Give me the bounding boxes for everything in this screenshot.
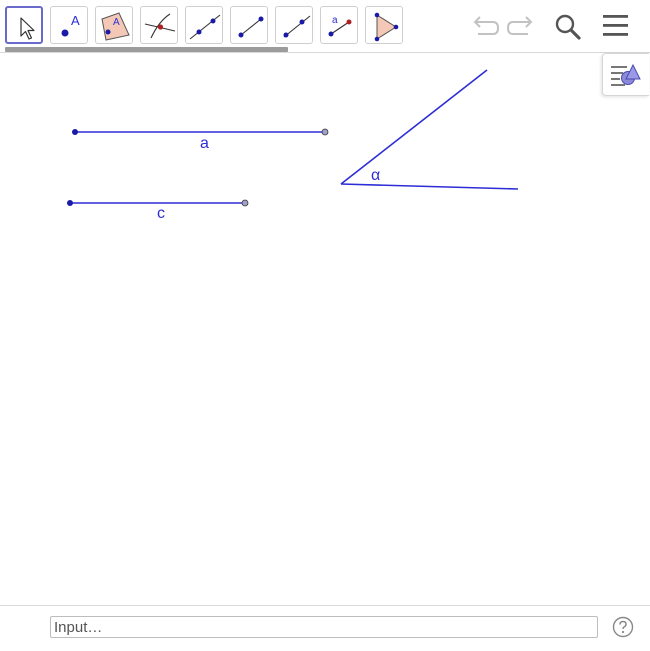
- redo-button[interactable]: [504, 10, 538, 44]
- toolbar: A A a: [0, 0, 650, 53]
- cursor-arrow-icon: [20, 17, 35, 40]
- point-tool[interactable]: A: [50, 6, 88, 44]
- main-menu-button[interactable]: [599, 10, 633, 44]
- redo-icon: [506, 16, 533, 35]
- point-a-start[interactable]: [72, 129, 78, 135]
- line-tool[interactable]: [185, 6, 223, 44]
- polygon-tool-glyph: A: [113, 17, 120, 28]
- segment-tool[interactable]: [230, 6, 268, 44]
- point-icon: A: [61, 13, 80, 37]
- angle-ray-lower[interactable]: [340, 183, 519, 190]
- algebra-input-area: [0, 605, 650, 651]
- undo-icon: [473, 16, 500, 35]
- point-c-start[interactable]: [67, 200, 73, 206]
- search-button[interactable]: [551, 10, 585, 44]
- segment-c-label[interactable]: c: [157, 206, 165, 222]
- search-icon: [555, 14, 581, 40]
- undo-button[interactable]: [468, 10, 502, 44]
- ray-icon: [283, 15, 311, 38]
- point-a-end[interactable]: [321, 128, 329, 136]
- point-tool-glyph: A: [71, 13, 80, 28]
- angle-ray-upper[interactable]: [340, 69, 488, 185]
- segment-icon: [238, 16, 264, 38]
- segment-a-label[interactable]: a: [200, 136, 209, 152]
- triangle-icon: [374, 12, 399, 42]
- ray-tool[interactable]: [275, 6, 313, 44]
- geometry-drawing: [67, 69, 519, 207]
- menu-icon: [603, 15, 628, 36]
- segment-fixed-length-tool[interactable]: a: [320, 6, 358, 44]
- segment-length-glyph: a: [332, 15, 338, 26]
- segment-length-icon: a: [328, 15, 352, 37]
- line-icon: [189, 14, 221, 40]
- polygon-tool[interactable]: A: [95, 6, 133, 44]
- input-field[interactable]: [50, 616, 598, 638]
- intersect-tool[interactable]: [140, 6, 178, 44]
- intersect-icon: [144, 13, 176, 39]
- point-c-end[interactable]: [241, 199, 249, 207]
- regular-polygon-tool[interactable]: [365, 6, 403, 44]
- move-tool[interactable]: [5, 6, 43, 44]
- polygon-with-point-icon: A: [101, 12, 130, 41]
- angle-alpha-label[interactable]: α: [371, 168, 380, 184]
- toolbar-scrollbar[interactable]: [5, 47, 288, 52]
- graphics-view[interactable]: a c α: [0, 53, 650, 605]
- help-icon[interactable]: [612, 616, 634, 638]
